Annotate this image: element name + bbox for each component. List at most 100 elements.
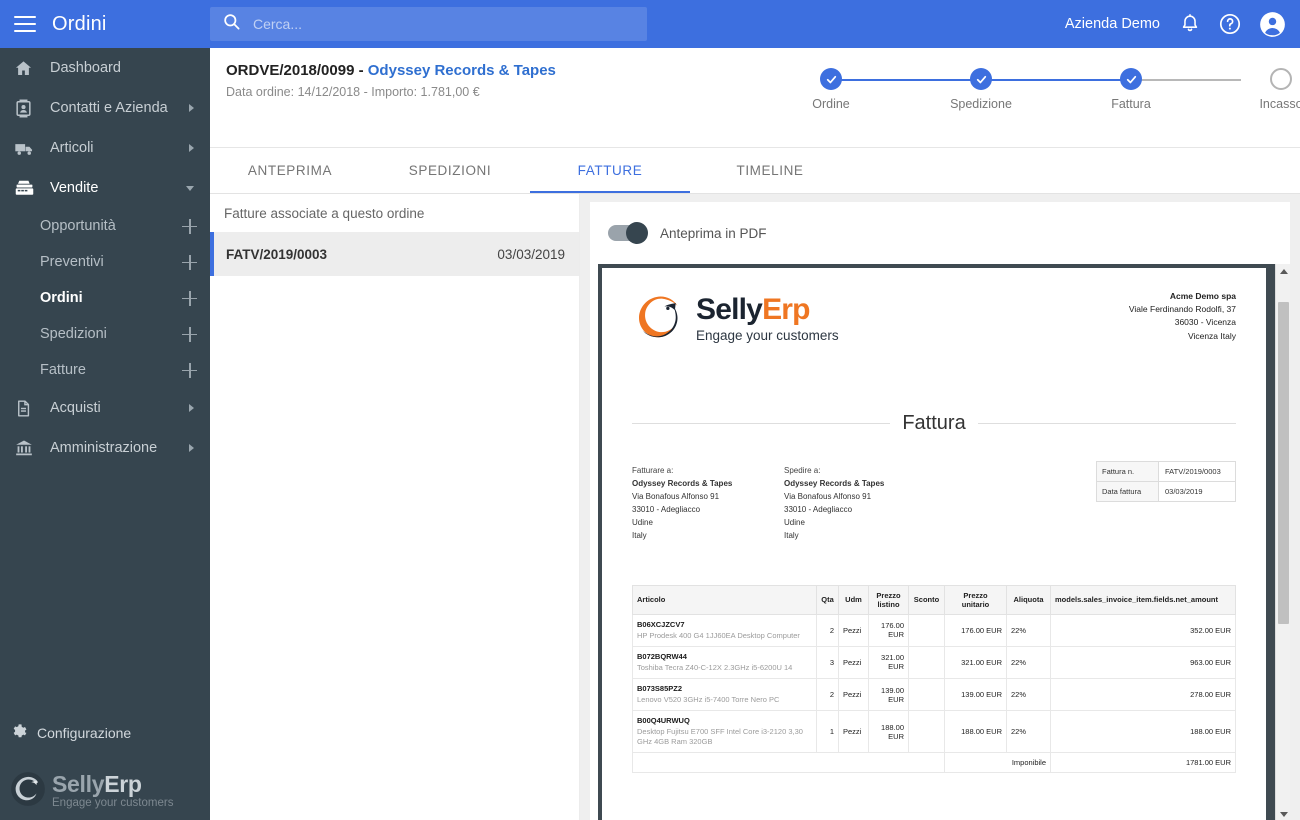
step-spedizione[interactable]: Spedizione (936, 68, 1026, 111)
contact-card-icon (14, 99, 40, 118)
issuer-address: Acme Demo spa Viale Ferdinando Rodolfi, … (1129, 290, 1236, 343)
order-status-stepper: Ordine Spedizione Fattura Incasso (786, 60, 1300, 122)
cell-net-amount: 188.00 EUR (1050, 710, 1236, 754)
step-fattura[interactable]: Fattura (1086, 68, 1176, 111)
pdf-preview-toggle[interactable] (608, 222, 648, 244)
top-app-bar: Ordini Azienda Demo (0, 0, 1300, 48)
plus-icon[interactable] (182, 326, 197, 342)
sidebar-label: Amministrazione (50, 440, 158, 456)
sidebar-subitem-ordini[interactable]: Ordini (0, 280, 210, 316)
bill-to-block: Fatturare a: Odyssey Records & Tapes Via… (632, 465, 784, 543)
cell-aliquota: 22% (1006, 677, 1051, 712)
th-net-amount: models.sales_invoice_item.fields.net_amo… (1050, 584, 1236, 615)
step-check-icon (1120, 68, 1142, 90)
sidebar-subitem-opportunita[interactable]: Opportunità (0, 208, 210, 244)
bill-to-label: Fatturare a: (632, 466, 674, 475)
pdf-viewer: SellyErp Engage your customers Acme Demo… (598, 264, 1290, 820)
hamburger-icon[interactable] (14, 16, 36, 32)
item-sku: B06XCJZCV7 (637, 619, 685, 629)
cell-aliquota: 22% (1006, 710, 1051, 754)
document-icon (14, 399, 40, 418)
order-customer-link[interactable]: Odyssey Records & Tapes (368, 62, 556, 79)
cell-prezzo-unitario: 321.00 EUR (944, 645, 1007, 679)
bell-icon[interactable] (1179, 13, 1201, 35)
sidebar-subitem-preventivi[interactable]: Preventivi (0, 244, 210, 280)
cell-sconto (908, 710, 945, 754)
invoice-doc-title-row: Fattura (632, 412, 1237, 435)
step-ordine[interactable]: Ordine (786, 68, 876, 111)
pdf-preview-card: Anteprima in PDF SellyErp Engage your cu… (590, 202, 1290, 820)
sellyerp-phoenix-logo (10, 771, 46, 812)
sellyerp-phoenix-logo (632, 290, 688, 348)
pdf-vertical-scrollbar[interactable] (1275, 264, 1290, 820)
tab-spedizioni[interactable]: SPEDIZIONI (370, 148, 530, 193)
th-prezzo-unitario: Prezzo unitario (944, 584, 1007, 615)
pdf-toggle-row: Anteprima in PDF (590, 202, 1290, 264)
invoice-meta-key: Fattura n. (1097, 462, 1159, 481)
invoice-meta-value: FATV/2019/0003 (1165, 467, 1221, 476)
cell-qta: 1 (816, 710, 839, 754)
step-incasso[interactable]: Incasso (1236, 68, 1300, 111)
search-box[interactable] (210, 7, 647, 41)
cell-articolo: B00Q4URWUQ Desktop Fujitsu E700 SFF Inte… (632, 710, 817, 754)
plus-icon[interactable] (182, 290, 197, 306)
sidebar-item-articoli[interactable]: Articoli (0, 128, 210, 168)
invoice-meta-table: Fattura n. FATV/2019/0003 Data fattura 0… (1096, 461, 1236, 502)
cell-qta: 3 (816, 645, 839, 679)
cell-prezzo-listino: 321.00 EUR (868, 645, 909, 679)
sidebar-item-dashboard[interactable]: Dashboard (0, 48, 210, 88)
main-content: ORDVE/2018/0099 - Odyssey Records & Tape… (210, 48, 1300, 820)
total-value: 1781.00 EUR (1050, 752, 1236, 774)
cell-prezzo-unitario: 188.00 EUR (944, 710, 1007, 754)
invoice-list-item[interactable]: FATV/2019/0003 03/03/2019 (210, 232, 579, 276)
invoice-doc-title: Fattura (902, 412, 966, 434)
toggle-knob (626, 222, 648, 244)
sidebar-subitem-fatture[interactable]: Fatture (0, 352, 210, 388)
ship-to-line: 33010 - Adegliacco (784, 504, 853, 514)
sidebar-item-acquisti[interactable]: Acquisti (0, 388, 210, 428)
search-input[interactable] (253, 16, 613, 32)
sidebar-subitem-spedizioni[interactable]: Spedizioni (0, 316, 210, 352)
item-sku: B00Q4URWUQ (637, 716, 690, 726)
sidebar-item-vendite[interactable]: Vendite (0, 168, 210, 208)
order-header: ORDVE/2018/0099 - Odyssey Records & Tape… (210, 48, 1300, 148)
divider-right (977, 423, 1237, 424)
invoice-addresses: Fatturare a: Odyssey Records & Tapes Via… (632, 461, 1236, 543)
total-label: Imponibile (944, 752, 1051, 774)
truck-icon (14, 138, 40, 159)
tab-anteprima[interactable]: ANTEPRIMA (210, 148, 370, 193)
invoice-meta-row: Data fattura 03/03/2019 (1097, 482, 1235, 501)
step-check-icon (970, 68, 992, 90)
plus-icon[interactable] (182, 254, 197, 270)
th-udm: Udm (838, 584, 869, 615)
sidebar-item-configurazione[interactable]: Configurazione (0, 716, 210, 750)
sidebar-label: Vendite (50, 180, 99, 196)
scrollbar-thumb[interactable] (1278, 302, 1289, 624)
th-aliquota: Aliquota (1006, 584, 1051, 615)
account-circle-icon[interactable] (1259, 11, 1286, 38)
home-icon (14, 59, 40, 78)
cell-prezzo-unitario: 139.00 EUR (944, 677, 1007, 712)
plus-icon[interactable] (182, 218, 197, 234)
scroll-up-arrow-icon[interactable] (1276, 264, 1291, 279)
chevron-right-icon (189, 404, 194, 412)
cell-qta: 2 (816, 613, 839, 647)
scroll-down-arrow-icon[interactable] (1276, 807, 1291, 820)
cell-qta: 2 (816, 677, 839, 712)
sidebar-item-amministrazione[interactable]: Amministrazione (0, 428, 210, 468)
tab-timeline[interactable]: TIMELINE (690, 148, 850, 193)
step-check-icon (820, 68, 842, 90)
help-circle-icon[interactable] (1218, 12, 1242, 36)
plus-icon[interactable] (182, 362, 197, 378)
tab-fatture[interactable]: FATTURE (530, 148, 690, 193)
sidebar-sublabel: Ordini (40, 290, 83, 306)
cell-articolo: B073S85PZ2 Lenovo V520 3GHz i5-7400 Torr… (632, 677, 817, 712)
chevron-right-icon (189, 144, 194, 152)
ship-to-label: Spedire a: (784, 466, 821, 475)
company-name: Azienda Demo (1064, 16, 1160, 32)
sidebar-label: Contatti e Azienda (50, 100, 168, 116)
sidebar-item-contatti-e-azienda[interactable]: Contatti e Azienda (0, 88, 210, 128)
invoice-number: FATV/2019/0003 (226, 246, 328, 262)
cell-net-amount: 352.00 EUR (1050, 613, 1236, 647)
invoice-logo: SellyErp Engage your customers (632, 290, 839, 348)
